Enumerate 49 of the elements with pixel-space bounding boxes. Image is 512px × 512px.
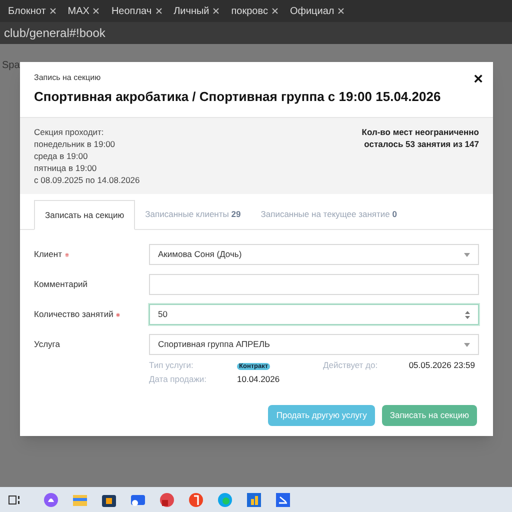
close-tab-icon[interactable] [93,8,100,14]
close-tab-icon[interactable] [272,8,278,14]
schedule-text: пятница в 19:00 [34,162,98,174]
select-field[interactable]: Спортивная группа АПРЕЛЬ [149,334,479,356]
address-bar[interactable]: club/general#!book [0,22,512,44]
close-tab-icon[interactable] [213,8,220,14]
select-field[interactable]: Акимова Соня (Дочь) [149,244,479,266]
modal-subtitle: Запись на секцию [34,72,101,84]
task-view-icon[interactable] [8,494,20,506]
browser-tab[interactable]: Личный [170,1,224,21]
schedule-text: среда в 19:00 [34,150,89,162]
field-label: Услуга [34,338,60,352]
close-tab-icon[interactable] [156,8,162,14]
close-button[interactable]: × [474,72,483,88]
info-label: Тип услуги: [149,359,194,372]
input-field[interactable]: 50 [149,304,479,326]
browser-tab[interactable]: Официал [286,1,348,21]
chart-app-icon[interactable] [246,492,262,508]
spinner-icon[interactable] [465,310,470,319]
scanner-icon[interactable] [275,492,291,508]
dropdown-caret-icon [464,342,470,347]
tab[interactable]: Записанные на текущее занятие 0 [250,200,407,230]
info-label: Действует до: [323,359,379,372]
field-label: Клиент [34,248,62,262]
schedule-text: понедельник в 19:00 [34,138,116,150]
field-label: Количество занятий [34,308,114,322]
capacity-text: Кол-во мест неограниченно [362,126,479,138]
background-text: Spa [2,59,20,73]
close-tab-icon[interactable] [50,8,56,14]
schedule-text: с 08.09.2025 по 14.08.2026 [34,174,140,186]
url-text: club/general#!book [4,25,106,42]
field-label: Комментарий [34,278,88,292]
info-label: Дата продажи: [149,373,208,386]
schedule-text: Секция проходит: [34,126,105,138]
app-icon[interactable] [159,492,175,508]
tab[interactable]: Записать на секцию [34,200,136,230]
dropdown-caret-icon [464,252,470,257]
browser-tab[interactable]: MAX [64,1,104,21]
close-tab-icon[interactable] [338,8,344,14]
browser-tab[interactable]: покровс [227,1,282,21]
tab[interactable]: Записанные клиенты 29 [135,200,251,230]
browser-tab[interactable]: Блокнот [4,1,60,21]
input-field[interactable] [149,274,479,296]
capacity-text: осталось 53 занятия из 147 [364,138,479,150]
info-value: 10.04.2026 [237,373,281,386]
browser-tab[interactable]: Неоплач [107,1,166,21]
modal-title: Спортивная акробатика / Спортивная группа с 19:00 15.04.2026 [34,88,442,106]
assistant-icon[interactable] [43,492,59,508]
info-value: 05.05.2026 23:59 [408,359,475,372]
